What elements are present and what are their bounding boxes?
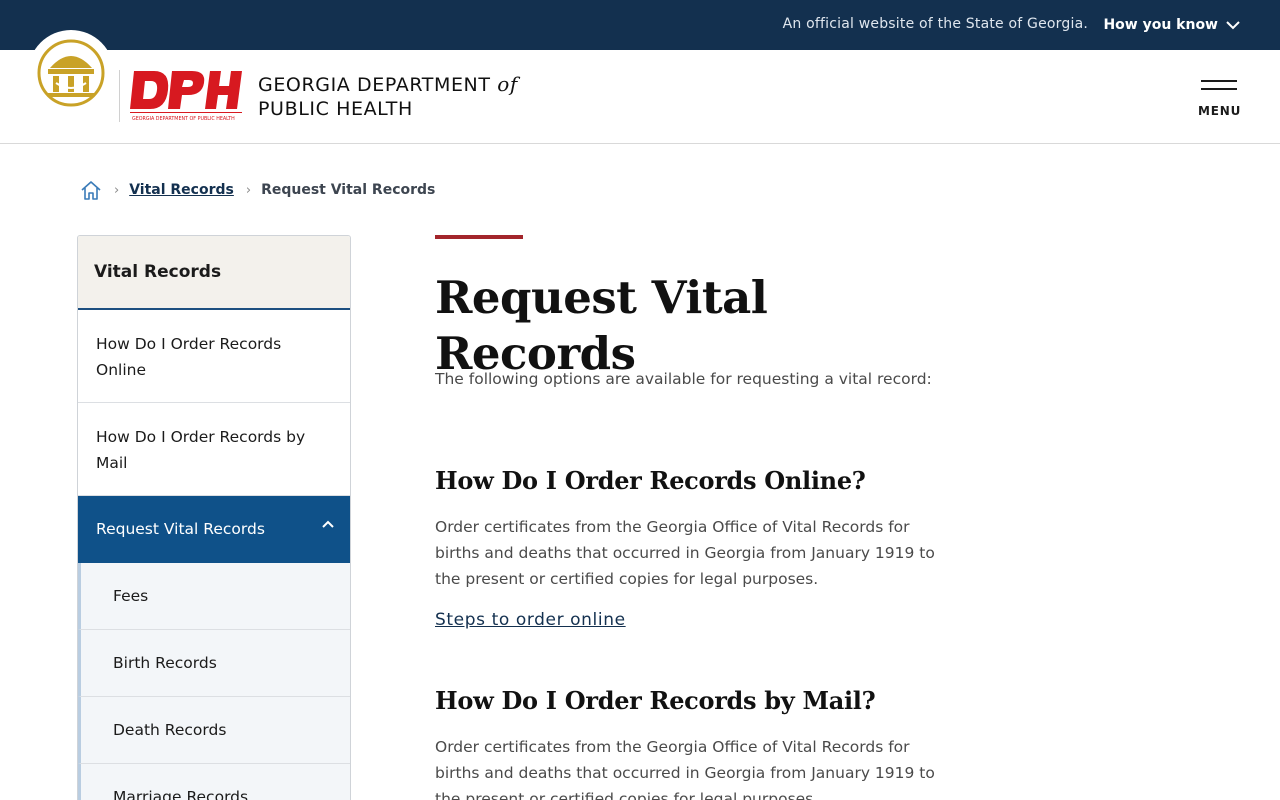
chevron-up-icon[interactable] <box>322 520 334 528</box>
sidebar-item-request-vital-records[interactable]: Request Vital Records <box>78 496 350 563</box>
title-accent-line <box>435 235 523 239</box>
menu-button[interactable]: MENU <box>1198 78 1240 122</box>
sidebar-nav: Vital Records How Do I Order Records Onl… <box>77 235 351 800</box>
georgia-seal-icon <box>37 39 105 107</box>
how-you-know-label: How you know <box>1103 17 1218 33</box>
breadcrumb: › Vital Records › Request Vital Records <box>80 178 435 202</box>
section-body-online: Order certificates from the Georgia Offi… <box>435 518 935 588</box>
menu-label: MENU <box>1198 104 1242 118</box>
sidebar-subitem-marriage-records[interactable]: Marriage Records <box>78 764 350 800</box>
org-name-of: of <box>497 72 518 96</box>
hamburger-icon <box>1201 80 1237 82</box>
breadcrumb-vital-records[interactable]: Vital Records <box>129 182 234 198</box>
sidebar-subitem-death-records[interactable]: Death Records <box>78 697 350 764</box>
official-banner: An official website of the State of Geor… <box>0 0 1280 50</box>
section-body-mail: Order certificates from the Georgia Offi… <box>435 738 935 800</box>
main-content: Request Vital Records The following opti… <box>435 235 955 800</box>
section-heading-online: How Do I Order Records Online? <box>435 466 866 495</box>
org-name[interactable]: GEORGIA DEPARTMENT of PUBLIC HEALTH <box>258 72 518 121</box>
breadcrumb-home[interactable] <box>80 180 102 200</box>
hamburger-icon-bar <box>1201 88 1237 90</box>
breadcrumb-current: Request Vital Records <box>261 182 436 198</box>
dph-logo[interactable]: GEORGIA DEPARTMENT OF PUBLIC HEALTH <box>130 69 242 123</box>
intro-text: The following options are available for … <box>435 370 932 388</box>
chevron-down-icon <box>1226 21 1240 30</box>
steps-to-order-online-link[interactable]: Steps to order online <box>435 610 626 630</box>
sidebar-title[interactable]: Vital Records <box>78 236 350 310</box>
official-site-text: An official website of the State of Geor… <box>782 16 1088 32</box>
sidebar-item-label: Request Vital Records <box>96 520 265 538</box>
sidebar-item-order-online[interactable]: How Do I Order Records Online <box>78 310 350 403</box>
sidebar-subitem-birth-records[interactable]: Birth Records <box>78 630 350 697</box>
sidebar-subitem-fees[interactable]: Fees <box>78 563 350 630</box>
logo-divider <box>119 70 120 122</box>
breadcrumb-separator-icon: › <box>114 182 120 198</box>
org-name-line2: PUBLIC HEALTH <box>258 98 413 120</box>
home-icon <box>81 181 101 200</box>
how-you-know-button[interactable]: How you know <box>1103 14 1240 36</box>
org-name-line1: GEORGIA DEPARTMENT <box>258 74 491 96</box>
sidebar-item-order-by-mail[interactable]: How Do I Order Records by Mail <box>78 403 350 496</box>
section-heading-mail: How Do I Order Records by Mail? <box>435 686 876 715</box>
dph-logo-subtext: GEORGIA DEPARTMENT OF PUBLIC HEALTH <box>132 116 235 122</box>
georgia-seal-link[interactable] <box>28 30 114 116</box>
breadcrumb-separator-icon: › <box>245 182 252 198</box>
site-header: GEORGIA DEPARTMENT OF PUBLIC HEALTH GEOR… <box>0 30 1280 144</box>
